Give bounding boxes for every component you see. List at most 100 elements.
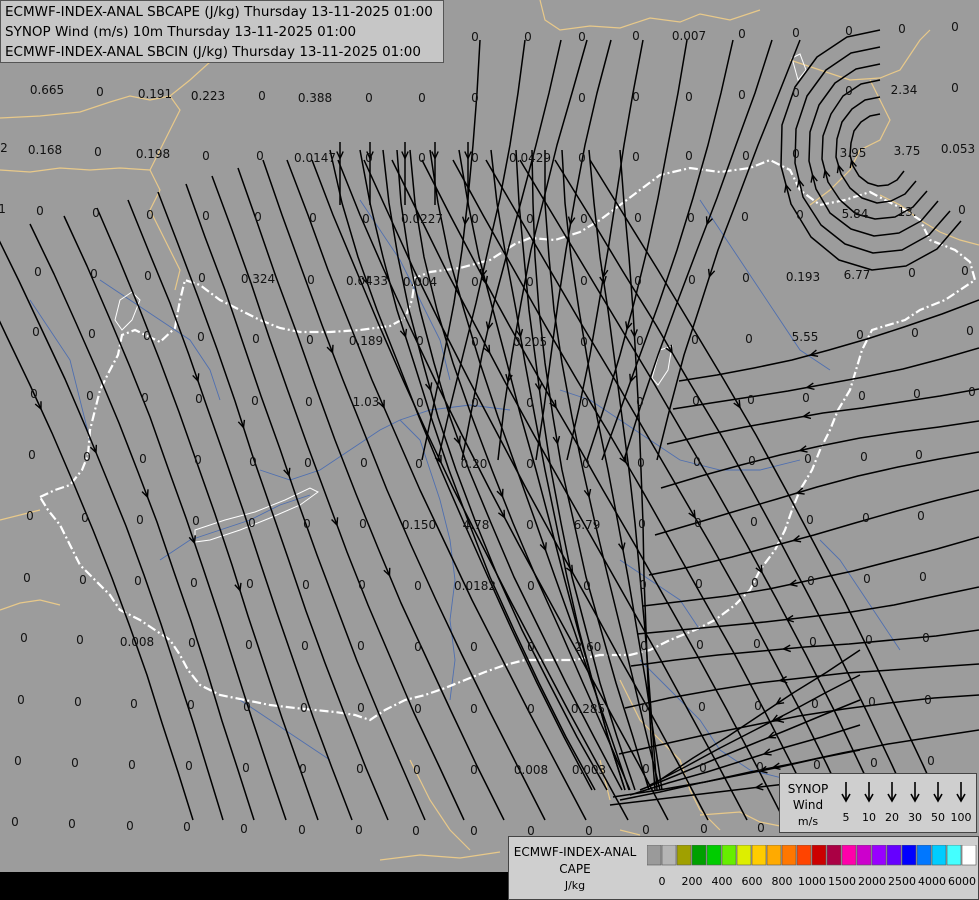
cape-value: 0 xyxy=(83,450,91,464)
streamline xyxy=(672,347,979,410)
cape-value: 0 xyxy=(197,330,205,344)
cape-legend: ECMWF-INDEX-ANAL CAPE J/kg 0 200 400 600 800… xyxy=(508,836,979,900)
regional-border-line xyxy=(0,599,61,611)
cape-value: 0 xyxy=(365,91,373,105)
cape-value: 0 xyxy=(360,456,368,470)
cape-value: 0 xyxy=(144,269,152,283)
cape-value: 1.03 xyxy=(353,395,380,409)
cape-value: 0 xyxy=(738,27,746,41)
wind-legend: SYNOP Wind m/s 5 10 20 30 50 100 xyxy=(779,773,977,833)
cape-value: 0 xyxy=(128,758,136,772)
cape-value: 0 xyxy=(298,823,306,837)
cape-value: 0 xyxy=(256,149,264,163)
wind-legend-speed: 20 xyxy=(885,811,899,824)
cape-value: 0 xyxy=(694,516,702,530)
cape-value: 2.34 xyxy=(891,83,918,97)
cape-value: 0 xyxy=(526,518,534,532)
lake-outline xyxy=(194,487,319,543)
cape-value: 0 xyxy=(863,572,871,586)
cape-value: 0 xyxy=(76,633,84,647)
streamline xyxy=(648,489,979,576)
cape-value: 0 xyxy=(747,393,755,407)
cape-value: 0 xyxy=(195,392,203,406)
cape-value: 3.95 xyxy=(840,146,867,160)
cape-value: 0 xyxy=(742,271,750,285)
cape-value: 0 xyxy=(30,387,38,401)
cape-value: 0 xyxy=(924,693,932,707)
cape-value: 0 xyxy=(88,327,96,341)
cape-value: 0 xyxy=(416,334,424,348)
cape-value: 0 xyxy=(414,640,422,654)
cape-value: 0 xyxy=(583,579,591,593)
cape-value: 0 xyxy=(860,450,868,464)
cape-value: 0 xyxy=(356,762,364,776)
cape-value: 0 xyxy=(804,452,812,466)
cape-value: 0 xyxy=(471,151,479,165)
streamline xyxy=(601,39,734,461)
cape-value: 0 xyxy=(303,517,311,531)
cape-value: 0 xyxy=(248,516,256,530)
cape-value: 0 xyxy=(365,151,373,165)
cape-value: 0 xyxy=(632,90,640,104)
cape-value: 0 xyxy=(185,759,193,773)
cape-value: 0.388 xyxy=(298,91,332,105)
cape-value: 0 xyxy=(251,394,259,408)
cape-value: 0 xyxy=(792,26,800,40)
map-edge-black xyxy=(0,872,520,900)
cape-value: 0 xyxy=(845,84,853,98)
map-canvas: 0.665 0 0.191 0.223 0 0.388 0 0 0 0 0 0 0 0.007 0 0 0 0 0 0… xyxy=(0,0,979,900)
cape-value: 0 xyxy=(187,698,195,712)
cape-value: 0 xyxy=(811,697,819,711)
cape-value: 0 xyxy=(183,820,191,834)
cape-value: 0 xyxy=(802,391,810,405)
regional-border-line xyxy=(699,811,781,827)
cape-value: 0 xyxy=(14,754,22,768)
cape-value: 0 xyxy=(306,333,314,347)
cape-value: 0 xyxy=(32,325,40,339)
cape-value: 0 xyxy=(638,517,646,531)
cape-value: 0 xyxy=(81,511,89,525)
river-line xyxy=(159,494,311,561)
country-border-line xyxy=(38,158,977,722)
cape-value: 0 xyxy=(130,697,138,711)
cape-value: 0 xyxy=(96,85,104,99)
wind-legend-speed: 10 xyxy=(862,811,876,824)
streamline xyxy=(666,388,979,445)
cape-value: 0 xyxy=(696,638,704,652)
cape-value: 0.193 xyxy=(786,270,820,284)
cape-value: 0 xyxy=(757,821,765,835)
cape-value: 0.168 xyxy=(28,143,62,157)
cape-value: 0 xyxy=(470,763,478,777)
cape-value: 0 xyxy=(687,211,695,225)
streamline xyxy=(561,149,663,791)
cape-value: 0 xyxy=(911,326,919,340)
cape-swatch xyxy=(647,845,662,866)
cape-swatch xyxy=(706,845,722,866)
cape-value: 6.77 xyxy=(844,268,871,282)
cape-swatch xyxy=(916,845,932,866)
cape-value: 0 xyxy=(641,701,649,715)
cape-value: 0 xyxy=(700,822,708,836)
cape-value: 5.84 xyxy=(842,207,869,221)
cape-value: 0 xyxy=(693,455,701,469)
cape-value: 0 xyxy=(868,695,876,709)
cape-value: 0.0227 xyxy=(401,212,443,226)
cape-value: 0.191 xyxy=(138,87,172,101)
cape-value: 0 xyxy=(754,699,762,713)
cape-color-scale xyxy=(647,845,977,866)
cape-value: 0 xyxy=(898,22,906,36)
lake-outline xyxy=(114,291,141,331)
cape-value: 0 xyxy=(471,212,479,226)
cape-value: 0 xyxy=(738,88,746,102)
cape-value: 0 xyxy=(86,389,94,403)
cape-value: 0 xyxy=(304,456,312,470)
cape-value: 0 xyxy=(527,702,535,716)
cape-value: 0 xyxy=(813,758,821,772)
cape-value: 0 xyxy=(922,631,930,645)
cape-value: 0 xyxy=(471,335,479,349)
cape-legend-units: J/kg xyxy=(564,879,586,892)
cape-value: 0 xyxy=(28,448,36,462)
cape-value: 0 xyxy=(634,211,642,225)
regional-border-line xyxy=(0,167,151,173)
cape-value: 0 xyxy=(640,639,648,653)
